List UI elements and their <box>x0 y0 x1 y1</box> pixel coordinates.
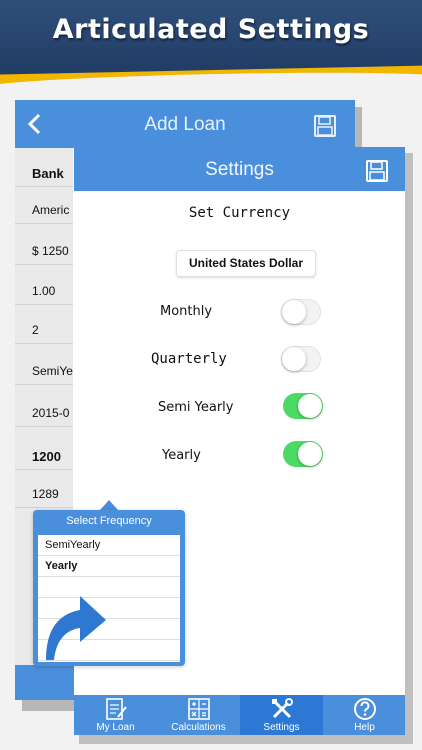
bottom-tab-bar: My Loan Calculations Settings Help <box>74 695 405 735</box>
toggle-knob <box>282 347 306 371</box>
row-divider <box>15 507 73 508</box>
toggle-knob <box>298 394 322 418</box>
tab-calculations[interactable]: Calculations <box>157 695 240 735</box>
loan-field-value[interactable]: $ 1250 <box>32 244 69 258</box>
row-divider <box>15 264 73 265</box>
settings-title: Settings <box>205 159 274 180</box>
semi-yearly-toggle[interactable] <box>283 393 323 419</box>
add-loan-title: Add Loan <box>144 114 226 135</box>
tab-settings[interactable]: Settings <box>240 695 323 735</box>
calculator-icon <box>188 698 210 720</box>
popover-title: Select Frequency <box>66 515 152 527</box>
tab-help[interactable]: Help <box>323 695 406 735</box>
frequency-option[interactable]: Yearly <box>38 556 180 577</box>
settings-header: Settings <box>74 147 405 191</box>
tab-label: Help <box>354 722 375 733</box>
quarterly-label: Quarterly <box>151 351 227 367</box>
row-divider <box>15 469 73 470</box>
save-icon[interactable] <box>314 115 336 137</box>
yearly-toggle[interactable] <box>283 441 323 467</box>
top-banner: Articulated Settings <box>0 0 422 90</box>
tab-my-loan[interactable]: My Loan <box>74 695 157 735</box>
row-divider <box>15 186 73 187</box>
monthly-toggle[interactable] <box>281 299 321 325</box>
row-divider <box>15 304 73 305</box>
semi-yearly-label: Semi Yearly <box>158 400 234 415</box>
save-icon[interactable] <box>366 160 388 182</box>
frequency-option[interactable]: SemiYearly <box>38 535 180 556</box>
curved-arrow-icon <box>46 596 106 660</box>
loan-field-value[interactable]: Bank <box>32 166 64 181</box>
loan-field-value[interactable]: 1.00 <box>32 284 55 298</box>
toggle-knob <box>298 442 322 466</box>
tab-label: Calculations <box>171 722 226 733</box>
loan-field-value[interactable]: SemiYe <box>32 364 73 378</box>
tools-icon <box>272 698 293 719</box>
select-frequency-popover: Select Frequency SemiYearly Yearly <box>33 510 185 666</box>
row-divider <box>15 426 73 427</box>
tab-label: My Loan <box>96 722 135 733</box>
row-divider <box>15 223 73 224</box>
loan-field-value[interactable]: 1289 <box>32 487 59 501</box>
loan-field-value[interactable]: 1200 <box>32 449 61 464</box>
tab-label: Settings <box>263 722 300 733</box>
help-icon <box>354 698 376 720</box>
yearly-label: Yearly <box>162 448 201 463</box>
monthly-label: Monthly <box>160 304 213 319</box>
loan-field-value[interactable]: 2015-0 <box>32 406 69 420</box>
set-currency-label: Set Currency <box>188 205 291 221</box>
popover-arrow <box>100 500 118 510</box>
quarterly-toggle[interactable] <box>281 346 321 372</box>
toggle-knob <box>282 300 306 324</box>
loan-field-value[interactable]: 2 <box>32 323 39 337</box>
row-divider <box>15 343 73 344</box>
document-icon <box>106 698 127 720</box>
add-loan-header: Add Loan <box>15 100 355 148</box>
banner-title: Articulated Settings <box>52 14 370 45</box>
loan-field-value[interactable]: Americ <box>32 203 69 217</box>
currency-select-button[interactable]: United States Dollar <box>176 250 316 277</box>
row-divider <box>15 384 73 385</box>
